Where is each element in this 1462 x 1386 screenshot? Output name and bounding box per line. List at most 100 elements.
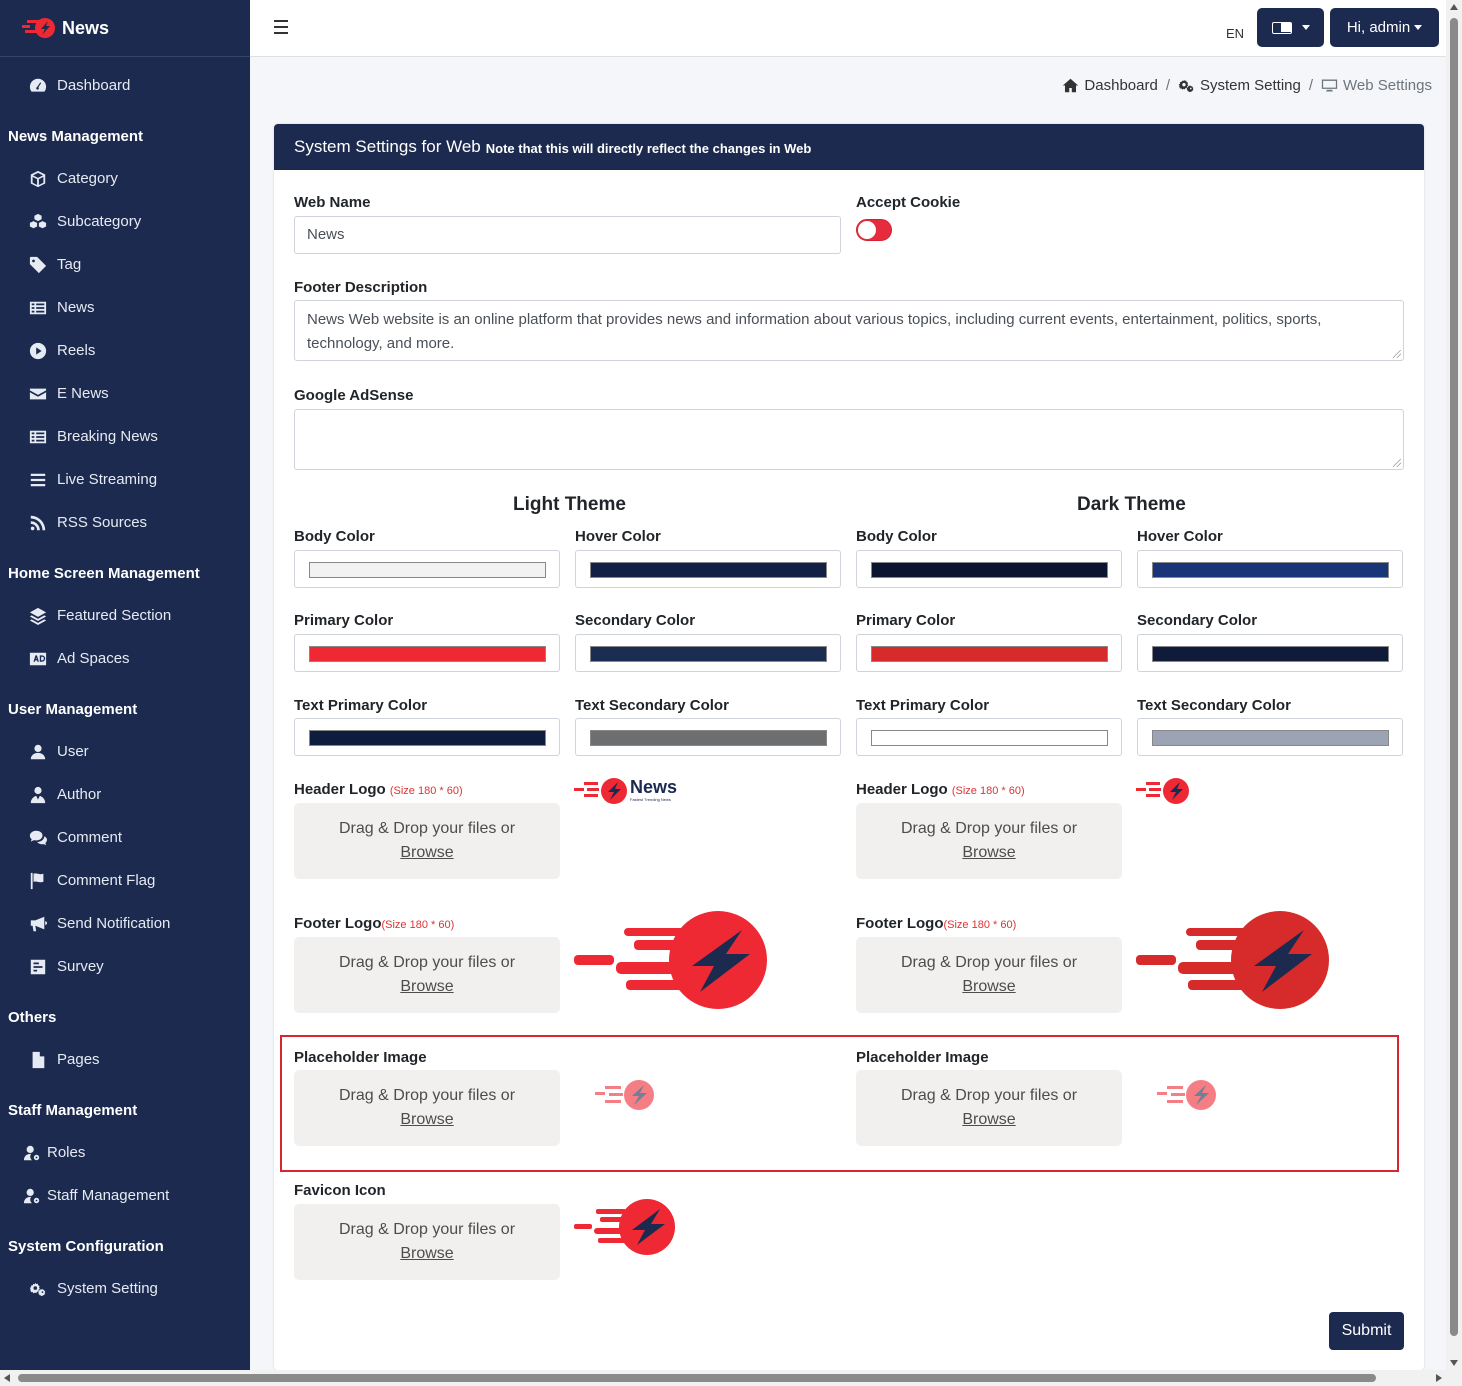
sidebar-item-dashboard[interactable]: Dashboard — [0, 64, 250, 107]
sidebar-item-ad-spaces[interactable]: Ad Spaces — [0, 637, 250, 680]
dark-primary-color-input[interactable] — [856, 634, 1122, 672]
news-logo-icon — [574, 911, 767, 1009]
favicon-icon-label: Favicon Icon — [294, 1182, 386, 1199]
topbar: EN Hi, admin — [250, 0, 1446, 57]
google-adsense-textarea[interactable] — [294, 409, 1404, 470]
hamburger-menu-icon[interactable] — [274, 20, 288, 34]
dark-secondary-color-input[interactable] — [1137, 634, 1403, 672]
dark-header-logo-dropzone[interactable]: Drag & Drop your files or Browse — [856, 803, 1122, 879]
desktop-icon — [1321, 79, 1338, 92]
light-text-secondary-color-input[interactable] — [575, 718, 841, 756]
language-dropdown-button[interactable] — [1257, 8, 1324, 47]
dark-hover-color-input[interactable] — [1137, 550, 1403, 588]
sidebar-item-user[interactable]: User — [0, 730, 250, 773]
sidebar-item-comment-flag[interactable]: Comment Flag — [0, 859, 250, 902]
sidebar-item-reels[interactable]: Reels — [0, 329, 250, 372]
sidebar-item-pages[interactable]: Pages — [0, 1038, 250, 1081]
scroll-right-icon[interactable] — [1436, 1374, 1442, 1382]
rss-icon — [28, 514, 48, 532]
sidebar-item-survey[interactable]: Survey — [0, 945, 250, 988]
header-logo-text: News — [630, 777, 678, 797]
breadcrumb-label: System Setting — [1199, 77, 1301, 94]
sidebar-item-news[interactable]: News — [0, 286, 250, 329]
light-primary-color-label: Primary Color — [294, 612, 394, 629]
dark-hover-color-label: Hover Color — [1137, 528, 1223, 545]
light-text-primary-color-label: Text Primary Color — [294, 697, 428, 714]
sidebar-item-rss-sources[interactable]: RSS Sources — [0, 501, 250, 544]
sidebar-item-label: Featured Section — [57, 607, 172, 624]
vertical-scrollbar[interactable] — [1446, 0, 1462, 1370]
size-hint: (Size 180 * 60) — [951, 785, 1025, 797]
light-body-color-label: Body Color — [294, 528, 375, 545]
sidebar-item-subcategory[interactable]: Subcategory — [0, 200, 250, 243]
sidebar-item-live-streaming[interactable]: Live Streaming — [0, 458, 250, 501]
footer-logo-label: Footer Logo(Size 180 * 60) — [294, 915, 454, 932]
sidebar-item-roles[interactable]: Roles — [0, 1131, 250, 1174]
sidebar-item-staff-management[interactable]: Staff Management — [0, 1174, 250, 1217]
breadcrumb-system-setting[interactable]: System Setting — [1178, 77, 1301, 94]
light-text-primary-color-input[interactable] — [294, 718, 560, 756]
sidebar-item-category[interactable]: Category — [0, 157, 250, 200]
scrollbar-thumb[interactable] — [1450, 18, 1458, 1336]
sidebar-item-label: Dashboard — [57, 77, 131, 94]
dark-text-secondary-color-input[interactable] — [1137, 718, 1403, 756]
footer-logo-dropzone[interactable]: Drag & Drop your files or Browse — [294, 937, 560, 1013]
play-circle-icon — [28, 342, 48, 360]
tag-icon — [28, 256, 48, 274]
dark-body-color-label: Body Color — [856, 528, 937, 545]
web-name-input[interactable]: News — [294, 216, 841, 254]
favicon-dropzone[interactable]: Drag & Drop your files or Browse — [294, 1204, 560, 1280]
dark-text-primary-color-input[interactable] — [856, 718, 1122, 756]
header-logo-label: Header Logo (Size 180 * 60) — [294, 781, 463, 798]
sidebar-item-system-setting[interactable]: System Setting — [0, 1267, 250, 1310]
browse-link[interactable]: Browse — [294, 975, 560, 999]
accept-cookie-toggle[interactable] — [856, 219, 892, 241]
breadcrumb-dashboard[interactable]: Dashboard — [1062, 77, 1158, 94]
light-hover-color-label: Hover Color — [575, 528, 661, 545]
cogs-icon — [1178, 79, 1194, 93]
scroll-down-icon[interactable] — [1450, 1360, 1458, 1366]
favicon-preview — [574, 1199, 676, 1261]
list-alt-icon — [28, 428, 48, 446]
horizontal-scrollbar[interactable] — [0, 1370, 1462, 1386]
label-text: Footer Logo — [856, 915, 944, 932]
nav-section-title: System Configuration — [8, 1237, 164, 1255]
sidebar-item-author[interactable]: Author — [0, 773, 250, 816]
settings-card: System Settings for Web Note that this w… — [274, 124, 1424, 1370]
light-body-color-input[interactable] — [294, 550, 560, 588]
browse-link[interactable]: Browse — [294, 841, 560, 865]
news-logo-icon — [1136, 778, 1189, 804]
light-hover-color-input[interactable] — [575, 550, 841, 588]
sidebar-item-send-notification[interactable]: Send Notification — [0, 902, 250, 945]
footer-description-textarea[interactable]: News Web website is an online platform t… — [294, 300, 1404, 361]
sidebar: News Dashboard News Management Category … — [0, 0, 250, 1386]
caret-down-icon — [1414, 25, 1423, 30]
cogs-icon — [28, 1280, 48, 1298]
poll-icon — [28, 958, 48, 976]
browse-link[interactable]: Browse — [294, 1242, 560, 1266]
user-tie-icon — [28, 786, 48, 804]
submit-button[interactable]: Submit — [1329, 1312, 1404, 1350]
scroll-up-icon[interactable] — [1450, 4, 1458, 10]
cubes-icon — [28, 213, 48, 231]
scrollbar-thumb[interactable] — [18, 1374, 1376, 1382]
sidebar-item-tag[interactable]: Tag — [0, 243, 250, 286]
sidebar-item-e-news[interactable]: E News — [0, 372, 250, 415]
sidebar-item-featured-section[interactable]: Featured Section — [0, 594, 250, 637]
nav-section-title: Others — [8, 1008, 57, 1026]
header-logo-dropzone[interactable]: Drag & Drop your files or Browse — [294, 803, 560, 879]
sidebar-item-comment[interactable]: Comment — [0, 816, 250, 859]
web-name-label: Web Name — [294, 194, 371, 211]
scroll-left-icon[interactable] — [4, 1374, 10, 1382]
comments-icon — [28, 829, 48, 847]
browse-link[interactable]: Browse — [856, 841, 1122, 865]
sidebar-item-breaking-news[interactable]: Breaking News — [0, 415, 250, 458]
dark-footer-logo-dropzone[interactable]: Drag & Drop your files or Browse — [856, 937, 1122, 1013]
dark-body-color-input[interactable] — [856, 550, 1122, 588]
browse-link[interactable]: Browse — [856, 975, 1122, 999]
brand[interactable]: News — [0, 0, 250, 57]
light-secondary-color-input[interactable] — [575, 634, 841, 672]
dark-header-logo-preview — [1136, 776, 1196, 810]
light-primary-color-input[interactable] — [294, 634, 560, 672]
user-menu-button[interactable]: Hi, admin — [1330, 8, 1439, 47]
